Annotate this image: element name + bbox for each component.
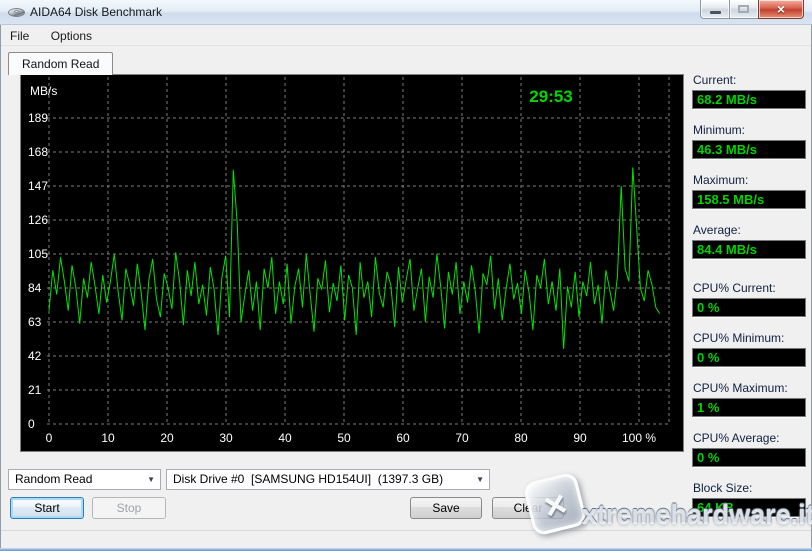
maximize-icon [738, 5, 749, 13]
svg-text:168: 168 [28, 145, 48, 159]
svg-text:40: 40 [278, 431, 292, 445]
menu-bar: File Options [1, 26, 811, 46]
stat-label: Maximum: [693, 173, 806, 187]
minimize-button[interactable] [700, 0, 730, 19]
stat-label: CPU% Average: [693, 431, 806, 445]
disk-hub [14, 10, 19, 13]
svg-text:42: 42 [28, 349, 42, 363]
tab-random-read[interactable]: Random Read [8, 52, 113, 75]
menu-options[interactable]: Options [42, 26, 101, 46]
menu-file[interactable]: File [1, 26, 38, 46]
svg-text:10: 10 [101, 431, 115, 445]
stat-label: CPU% Minimum: [693, 331, 806, 345]
benchmark-chart-svg: 0 21 42 63 84 105 126 147 168 189 0 10 20 30 40 50 60 70 8… [21, 75, 683, 451]
stat-value: 84.4 MB/s [692, 240, 806, 259]
stop-button[interactable]: Stop [92, 497, 166, 519]
save-button[interactable]: Save [410, 497, 482, 519]
stat-value: 68.2 MB/s [692, 90, 806, 109]
benchmark-chart: 0 21 42 63 84 105 126 147 168 189 0 10 20 30 40 50 60 70 8… [20, 74, 684, 452]
stat-cpu-current: CPU% Current: 0 % [692, 281, 806, 317]
stat-value: 0 % [692, 448, 806, 467]
stat-cpu-average: CPU% Average: 0 % [692, 431, 806, 467]
svg-text:147: 147 [28, 179, 48, 193]
disk-drive-value: Disk Drive #0 [SAMSUNG HD154UI] (1397.3 … [173, 470, 443, 489]
svg-text:30: 30 [219, 431, 233, 445]
stat-value: 0 % [692, 298, 806, 317]
svg-text:MB/s: MB/s [30, 84, 57, 98]
window-title: AIDA64 Disk Benchmark [30, 5, 162, 19]
benchmark-type-value: Random Read [15, 470, 92, 489]
stat-cpu-maximum: CPU% Maximum: 1 % [692, 381, 806, 417]
svg-text:100 %: 100 % [622, 431, 656, 445]
svg-text:84: 84 [28, 281, 42, 295]
minimize-icon [710, 11, 721, 14]
svg-text:29:53: 29:53 [529, 87, 572, 106]
window-controls: × [700, 0, 804, 19]
svg-text:90: 90 [573, 431, 587, 445]
stat-value: 1 % [692, 398, 806, 417]
start-button[interactable]: Start [10, 497, 84, 519]
clear-button[interactable]: Clear [492, 497, 564, 519]
close-icon: × [759, 1, 803, 18]
chevron-down-icon: ▼ [476, 470, 484, 490]
title-bar[interactable]: AIDA64 Disk Benchmark × [0, 0, 812, 25]
stat-value: 0 % [692, 348, 806, 367]
stat-value: 64 KB [692, 498, 806, 517]
benchmark-type-select[interactable]: Random Read ▼ [8, 469, 161, 490]
app-window: AIDA64 Disk Benchmark × File Options Ran… [0, 0, 812, 551]
svg-text:80: 80 [514, 431, 528, 445]
maximize-button[interactable] [730, 0, 758, 19]
svg-text:126: 126 [28, 213, 48, 227]
stat-cpu-minimum: CPU% Minimum: 0 % [692, 331, 806, 367]
stat-label: Average: [693, 223, 806, 237]
disk-drive-select[interactable]: Disk Drive #0 [SAMSUNG HD154UI] (1397.3 … [166, 469, 490, 490]
stat-minimum: Minimum: 46.3 MB/s [692, 123, 806, 159]
svg-text:105: 105 [28, 247, 48, 261]
svg-text:70: 70 [455, 431, 469, 445]
stat-average: Average: 84.4 MB/s [692, 223, 806, 259]
stat-label: Current: [693, 73, 806, 87]
stat-value: 46.3 MB/s [692, 140, 806, 159]
svg-text:63: 63 [28, 315, 42, 329]
stat-block-size: Block Size: 64 KB [692, 481, 806, 517]
svg-text:21: 21 [28, 383, 42, 397]
stat-value: 158.5 MB/s [692, 190, 806, 209]
svg-text:60: 60 [396, 431, 410, 445]
svg-text:189: 189 [28, 111, 48, 125]
svg-text:20: 20 [160, 431, 174, 445]
stat-maximum: Maximum: 158.5 MB/s [692, 173, 806, 209]
close-button[interactable]: × [758, 0, 804, 19]
app-icon disk-icon [8, 6, 25, 19]
stat-label: Minimum: [693, 123, 806, 137]
status-bar [1, 530, 811, 548]
chevron-down-icon: ▼ [147, 470, 155, 490]
svg-text:50: 50 [337, 431, 351, 445]
stat-label: CPU% Maximum: [693, 381, 806, 395]
stat-current: Current: 68.2 MB/s [692, 73, 806, 109]
stat-label: CPU% Current: [693, 281, 806, 295]
stat-label: Block Size: [693, 481, 806, 495]
svg-text:0: 0 [28, 417, 35, 431]
stats-panel: Current: 68.2 MB/s Minimum: 46.3 MB/s Ma… [692, 73, 806, 531]
svg-text:0: 0 [46, 431, 53, 445]
